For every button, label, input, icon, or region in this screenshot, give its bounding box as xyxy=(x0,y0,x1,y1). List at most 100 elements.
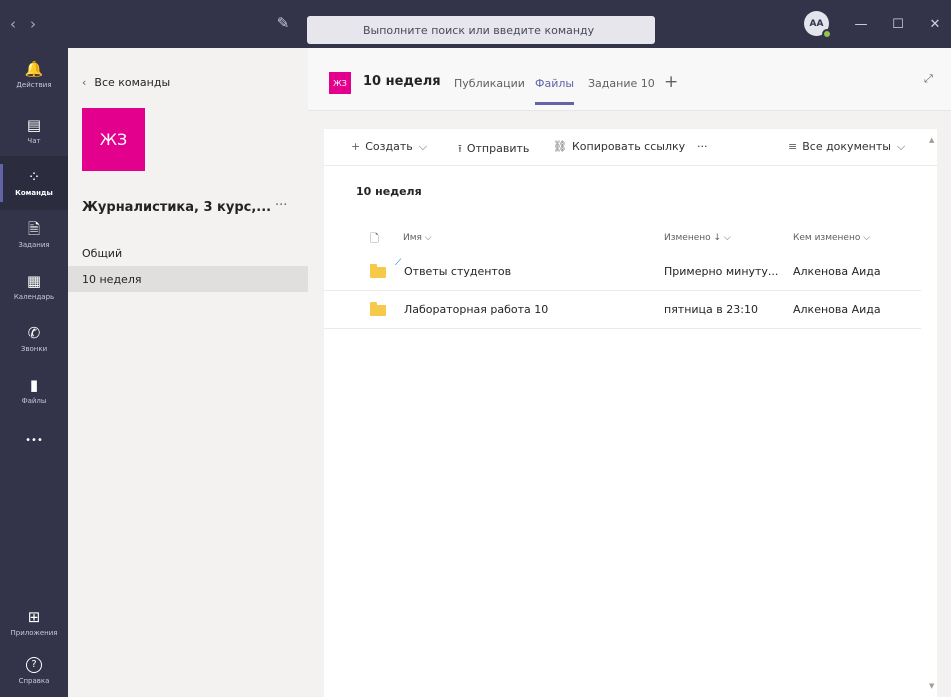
add-tab-icon[interactable]: + xyxy=(664,72,678,92)
file-modified-by: Алкенова Аида xyxy=(793,303,881,316)
folder-icon xyxy=(370,302,386,316)
team-more-options-icon[interactable]: ··· xyxy=(275,198,287,213)
view-selector[interactable]: ≡ Все документы ⌵ xyxy=(788,140,905,154)
tab-files[interactable]: Файлы xyxy=(535,77,575,105)
files-canvas: + Создать ⌵ ⭱ Отправить ⛓ Копировать ссылку … xyxy=(308,111,951,697)
scroll-down-arrow-icon[interactable]: ▼ xyxy=(929,682,934,690)
assignments-icon: 🗎 xyxy=(27,220,41,238)
rail-item-help[interactable]: ? Справка xyxy=(0,644,68,697)
forward-arrow-icon[interactable]: › xyxy=(30,15,36,33)
team-panel: ‹ Все команды ЖЗ Журналистика, 3 курс,...… xyxy=(68,48,308,697)
expand-icon[interactable]: ⤢ xyxy=(924,72,933,86)
upload-label: Отправить xyxy=(466,142,530,155)
chevron-down-icon: ⌵ xyxy=(896,140,906,153)
file-modified: Примерно минуту... xyxy=(664,265,779,278)
upload-icon: ⭱ xyxy=(458,142,462,155)
minimize-button[interactable]: — xyxy=(846,0,876,48)
file-list-header: 🗋 Имя ⌵ Изменено ↓ ⌵ Кем изменено ⌵ xyxy=(324,229,921,251)
more-icon: ••• xyxy=(25,435,43,446)
channel-title: 10 неделя xyxy=(363,74,441,89)
channel-header: ЖЗ 10 неделя Публикации Файлы Задание 10… xyxy=(308,48,951,111)
rail-label: Календарь xyxy=(13,293,55,301)
app-rail: 🔔 Действия ▤ Чат ⁘ Команды 🗎 Задания ▦ К… xyxy=(0,48,68,697)
rail-label: Приложения xyxy=(10,629,58,637)
rail-label: Файлы xyxy=(21,397,47,405)
team-avatar: ЖЗ xyxy=(82,108,145,171)
rail-item-calendar[interactable]: ▦ Календарь xyxy=(0,260,68,314)
rail-item-files[interactable]: ▮ Файлы xyxy=(0,364,68,418)
rail-item-calls[interactable]: ✆ Звонки xyxy=(0,312,68,366)
rail-item-activity[interactable]: 🔔 Действия xyxy=(0,48,68,102)
file-type-icon[interactable]: 🗋 xyxy=(370,230,379,249)
create-label: Создать xyxy=(365,140,413,153)
column-name-label: Имя xyxy=(403,233,422,243)
column-modified-by[interactable]: Кем изменено ⌵ xyxy=(793,233,870,243)
compose-icon[interactable]: ✎ xyxy=(272,12,294,34)
view-label: Все документы xyxy=(802,140,891,153)
copy-link-button[interactable]: ⛓ Копировать ссылку xyxy=(553,140,685,153)
back-arrow-icon[interactable]: ‹ xyxy=(10,15,16,33)
channel-week-10[interactable]: 10 неделя xyxy=(68,266,308,292)
search-input[interactable]: Выполните поиск или введите команду xyxy=(307,16,655,44)
folder-icon xyxy=(370,264,386,278)
teams-icon: ⁘ xyxy=(27,168,41,186)
title-bar: ‹ › ✎ Выполните поиск или введите команд… xyxy=(0,0,951,48)
copy-link-label: Копировать ссылку xyxy=(571,140,686,153)
rail-label: Справка xyxy=(18,677,50,685)
file-modified: пятница в 23:10 xyxy=(664,303,758,316)
upload-button[interactable]: ⭱ Отправить xyxy=(458,140,529,159)
plus-icon: + xyxy=(351,140,361,153)
main-area: ЖЗ 10 неделя Публикации Файлы Задание 10… xyxy=(308,48,951,697)
file-modified-by: Алкенова Аида xyxy=(793,265,881,278)
command-bar: + Создать ⌵ ⭱ Отправить ⛓ Копировать ссылку … xyxy=(324,129,937,166)
chat-icon: ▤ xyxy=(26,116,42,134)
files-icon: ▮ xyxy=(29,376,39,394)
rail-item-apps[interactable]: ⊞ Приложения xyxy=(0,596,68,650)
avatar[interactable]: AA xyxy=(804,11,832,39)
create-button[interactable]: + Создать ⌵ xyxy=(351,140,427,154)
history-nav: ‹ › xyxy=(10,0,36,48)
calendar-icon: ▦ xyxy=(26,272,42,290)
avatar-initials: AA xyxy=(809,18,824,29)
rail-item-chat[interactable]: ▤ Чат xyxy=(0,104,68,158)
presence-available-icon xyxy=(822,29,832,39)
column-name[interactable]: Имя ⌵ xyxy=(403,233,432,243)
tab-posts[interactable]: Публикации xyxy=(454,77,525,90)
scroll-up-arrow-icon[interactable]: ▲ xyxy=(929,136,934,144)
link-icon: ⛓ xyxy=(553,140,567,153)
apps-icon: ⊞ xyxy=(27,608,41,626)
folder-title: 10 неделя xyxy=(356,185,422,198)
close-button[interactable]: ✕ xyxy=(920,0,950,48)
rail-item-assignments[interactable]: 🗎 Задания xyxy=(0,208,68,262)
file-name[interactable]: Лабораторная работа 10 xyxy=(404,303,548,316)
column-modified[interactable]: Изменено ↓ ⌵ xyxy=(664,233,731,243)
new-item-icon: ⟋ xyxy=(395,258,402,268)
view-list-icon: ≡ xyxy=(788,140,798,153)
channel-team-avatar: ЖЗ xyxy=(329,72,351,94)
rail-label: Команды xyxy=(15,189,53,197)
rail-item-teams[interactable]: ⁘ Команды xyxy=(0,156,68,210)
table-row[interactable]: ⟋ Ответы студентов Примерно минуту... Ал… xyxy=(324,253,921,291)
rail-label: Чат xyxy=(27,137,41,145)
rail-label: Действия xyxy=(16,81,52,89)
file-name[interactable]: Ответы студентов xyxy=(404,265,511,278)
bell-icon: 🔔 xyxy=(24,60,44,78)
table-row[interactable]: Лабораторная работа 10 пятница в 23:10 А… xyxy=(324,291,921,329)
all-teams-link[interactable]: ‹ Все команды xyxy=(82,76,170,89)
column-modified-by-label: Кем изменено xyxy=(793,233,861,243)
help-icon: ? xyxy=(26,657,42,673)
more-commands-icon[interactable]: ··· xyxy=(697,140,708,153)
chevron-down-icon: ⌵ xyxy=(418,140,428,153)
chevron-left-icon: ‹ xyxy=(82,76,87,89)
column-modified-label: Изменено xyxy=(664,233,711,243)
tab-assignment-10[interactable]: Задание 10 xyxy=(588,77,655,90)
rail-item-more[interactable]: ••• xyxy=(0,414,68,468)
document-library: + Создать ⌵ ⭱ Отправить ⛓ Копировать ссылку … xyxy=(324,129,937,697)
team-name: Журналистика, 3 курс,... xyxy=(82,200,272,215)
rail-label: Задания xyxy=(18,241,50,249)
maximize-button[interactable]: ☐ xyxy=(883,0,913,48)
phone-icon: ✆ xyxy=(27,324,41,342)
all-teams-label: Все команды xyxy=(94,76,171,89)
rail-label: Звонки xyxy=(20,345,48,353)
channel-general[interactable]: Общий xyxy=(68,240,308,266)
